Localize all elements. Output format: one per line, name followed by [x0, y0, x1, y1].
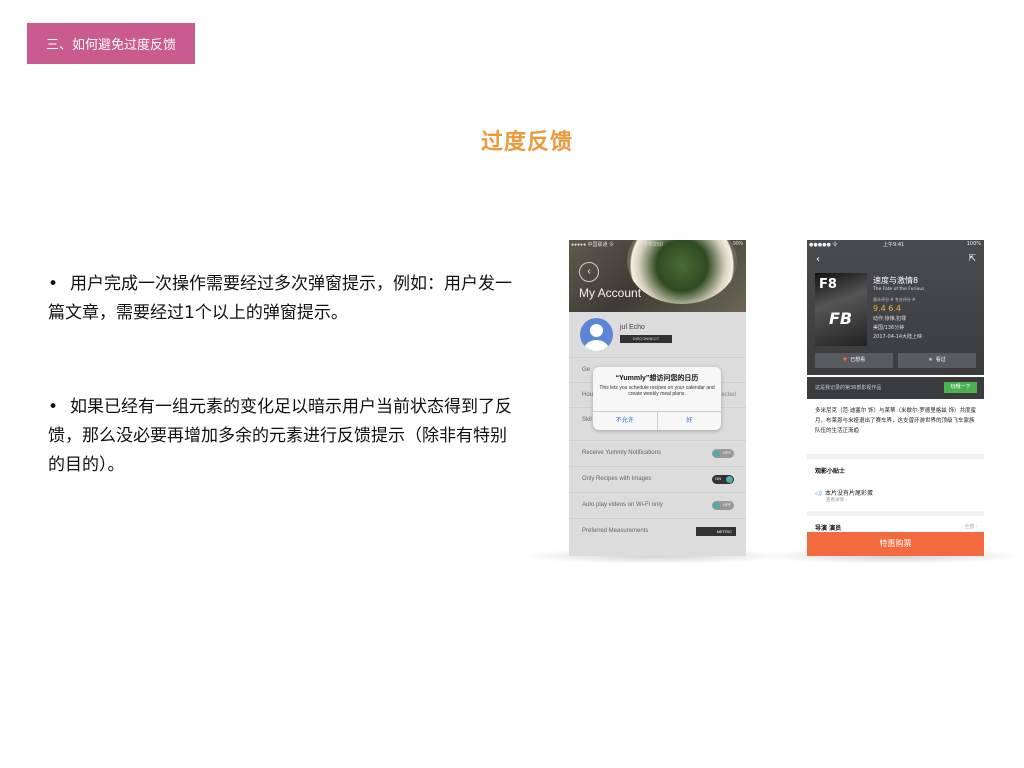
- row-label: Skil: [582, 417, 592, 423]
- autoplay-row[interactable]: Auto play videos on Wi-Fi only OFF: [569, 492, 746, 518]
- images-row[interactable]: Only Recipes with Images ON: [569, 466, 746, 492]
- measurements-row[interactable]: Preferred Measurements METRIC: [569, 518, 746, 544]
- movie-english-name: The Fate of the Furious: [873, 287, 925, 292]
- phone-screenshot-yummly: ●●●●● 中国联通 令 下午3:50 90% ‹ My Account jul…: [569, 240, 746, 556]
- images-toggle[interactable]: ON: [712, 475, 734, 484]
- row-label: Ge: [582, 367, 591, 373]
- crew-labels: 导演 演员: [815, 525, 842, 532]
- seen-button[interactable]: ★ 看过: [898, 353, 976, 368]
- avatar: [580, 318, 613, 351]
- divider: [807, 511, 984, 516]
- poster-logo: FB: [829, 309, 853, 328]
- heart-icon: ♥: [842, 357, 848, 363]
- row-value: ected: [721, 392, 736, 398]
- toggle-knob: [713, 450, 720, 457]
- row-label: Only Recipes with Images: [582, 476, 652, 482]
- movie-release: 2017-04-14大陆上映: [873, 334, 923, 340]
- trailer-detail-link[interactable]: 查看详情 ›: [826, 497, 873, 503]
- account-header: ●●●●● 中国联通 令 下午3:50 90% ‹ My Account: [569, 240, 746, 312]
- allow-button[interactable]: 好: [656, 412, 722, 430]
- calendar-permission-dialog: “Yummly”想访问您的日历 This lets you schedule r…: [593, 367, 721, 430]
- battery-text: 100%: [966, 241, 981, 247]
- share-icon[interactable]: ⇱: [968, 254, 976, 264]
- toggle-state: ON: [715, 476, 721, 481]
- trailer-info[interactable]: ◁) 本片没有片尾彩蛋 查看详情 ›: [815, 488, 873, 503]
- want-to-see-button[interactable]: ♥ 已想看: [815, 353, 893, 368]
- bullet-item-2: • 如果已经有一组元素的变化足以暗示用户当前状态得到了反馈，那么没必要再增加多余的…: [48, 393, 518, 480]
- bullet-dot: •: [48, 397, 59, 417]
- want-label: 已想看: [850, 357, 866, 363]
- speaker-icon: ◁): [815, 490, 822, 497]
- movie-info: 速度与激情8 The Fate of the Furious 观众评分 ※ 专业…: [873, 275, 925, 342]
- movie-header: ●●●●● 令 上午9:41 100% ‹ ⇱ F8 FB 速度与激情8 The…: [807, 240, 984, 375]
- score-labels: 观众评分 ※ 专业评分 ※: [873, 297, 916, 302]
- page-title: 过度反馈: [480, 130, 573, 155]
- dialog-message: This lets you schedule recipes on your c…: [599, 385, 715, 397]
- disconnect-button[interactable]: DISCONNECT: [620, 335, 672, 343]
- notifications-toggle[interactable]: OFF: [712, 449, 734, 458]
- toggle-state: OFF: [723, 450, 731, 455]
- carrier-text: ●●●●● 令: [809, 242, 838, 248]
- record-button[interactable]: 玩哦一下: [944, 382, 977, 393]
- notifications-row[interactable]: Receive Yummly Notifications OFF: [569, 440, 746, 466]
- movie-description: 多米尼克（范·迪塞尔 饰）与莱蒂（米歇尔·罗德里格兹 饰）共度蜜月，布莱恩与米娅…: [815, 408, 976, 434]
- scores: 9.4 6.4: [873, 304, 901, 313]
- movie-name: 速度与激情8: [873, 276, 919, 285]
- toggle-knob: [713, 502, 720, 509]
- salad-image: [627, 240, 737, 304]
- status-time: 下午3:50: [643, 242, 663, 248]
- toggle-knob: [726, 476, 733, 483]
- deny-button[interactable]: 不允许: [593, 412, 657, 430]
- autoplay-toggle[interactable]: OFF: [712, 501, 734, 510]
- seen-label: 看过: [935, 357, 946, 363]
- bullet-text-1: 用户完成一次操作需要经过多次弹窗提示，例如：用户发一篇文章，需要经过1个以上的弹…: [48, 274, 512, 323]
- back-icon[interactable]: ‹: [816, 254, 820, 265]
- movie-poster: F8 FB: [815, 273, 867, 346]
- movie-genre: 动作,惊悚,犯罪: [873, 316, 907, 322]
- bullet-dot: •: [48, 274, 59, 294]
- dialog-title: “Yummly”想访问您的日历: [615, 375, 699, 382]
- status-bar: ●●●●● 令 上午9:41 100%: [807, 240, 984, 249]
- crew-all-link[interactable]: 全部 ›: [964, 523, 978, 530]
- carrier-text: ●●●●● 中国联通 令: [571, 242, 614, 248]
- phone-screenshot-movie: ●●●●● 令 上午9:41 100% ‹ ⇱ F8 FB 速度与激情8 The…: [807, 240, 984, 556]
- movie-runtime: 美国/136分钟: [873, 325, 905, 331]
- toggle-state: OFF: [723, 502, 731, 507]
- bullet-text-2: 如果已经有一组元素的变化足以暗示用户当前状态得到了反馈，那么没必要再增加多余的元…: [48, 397, 512, 475]
- row-label: Auto play videos on Wi-Fi only: [582, 502, 663, 508]
- tips-title: 观影小贴士: [815, 468, 846, 475]
- trailer-title: 本片没有片尾彩蛋: [824, 490, 873, 497]
- divider: [807, 454, 984, 459]
- poster-title: F8: [819, 277, 837, 292]
- record-band: 这是我记录的第36部影视作品 玩哦一下: [807, 377, 984, 399]
- section-tag: 三、如何避免过度反馈: [27, 23, 195, 64]
- user-name: jul Echo: [620, 324, 645, 331]
- buy-ticket-button[interactable]: 特惠购票: [807, 532, 984, 556]
- star-icon: ★: [928, 357, 933, 363]
- row-label: Preferred Measurements: [582, 528, 649, 534]
- metric-toggle[interactable]: METRIC: [696, 527, 736, 536]
- status-time: 上午9:41: [883, 242, 905, 248]
- battery-text: 90%: [732, 241, 743, 247]
- row-label: Hou: [582, 392, 594, 398]
- status-bar: ●●●●● 中国联通 令 下午3:50 90%: [569, 240, 746, 248]
- record-text: 这是我记录的第36部影视作品: [815, 385, 882, 391]
- bullet-item-1: • 用户完成一次操作需要经过多次弹窗提示，例如：用户发一篇文章，需要经过1个以上的…: [48, 270, 518, 328]
- back-icon[interactable]: ‹: [579, 262, 599, 282]
- row-label: Receive Yummly Notifications: [582, 450, 661, 456]
- header-title: My Account: [579, 286, 642, 300]
